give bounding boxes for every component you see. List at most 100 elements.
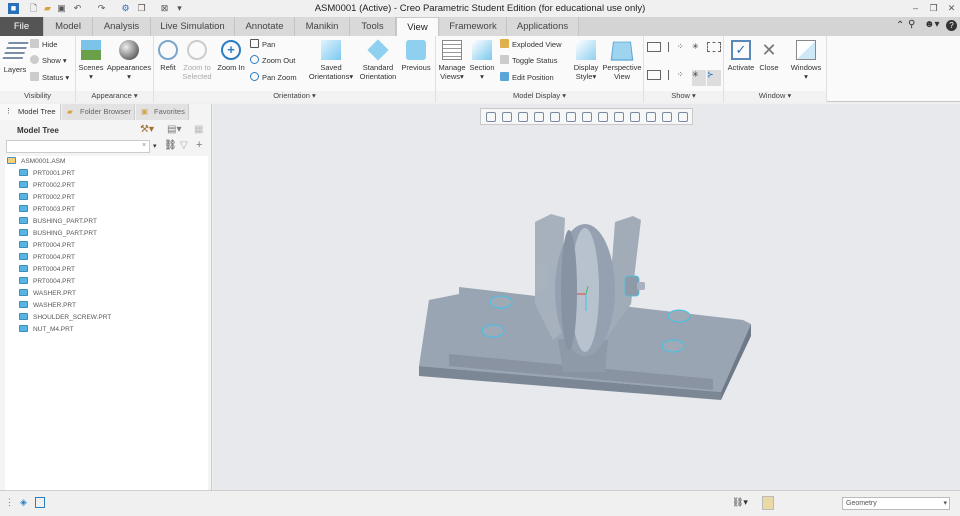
tree-item[interactable]: PRT0004.PRT [5, 240, 208, 252]
tree-item[interactable]: PRT0004.PRT [5, 264, 208, 276]
tab-favorites[interactable]: ▣ Favorites [136, 104, 189, 120]
show-menu-icon[interactable]: ▤▾ [167, 124, 181, 135]
group-label-model-display[interactable]: Model Display ▾ [436, 91, 643, 102]
zoom-selected-icon [187, 40, 207, 60]
tab-manikin[interactable]: Manikin [295, 17, 350, 36]
tab-annotate[interactable]: Annotate [235, 17, 295, 36]
tree-item[interactable]: NUT_M4.PRT [5, 324, 208, 336]
tree-item[interactable]: PRT0004.PRT [5, 252, 208, 264]
user-icon[interactable]: ☻▾ [924, 19, 940, 30]
pan-zoom-button[interactable]: Pan Zoom [250, 72, 297, 84]
axis-tags-icon[interactable] [668, 70, 676, 80]
tree-item[interactable]: BUSHING_PART.PRT [5, 228, 208, 240]
windows-button[interactable]: Windows ▾ [788, 40, 824, 81]
tree-item[interactable]: PRT0004.PRT [5, 276, 208, 288]
tree-item[interactable]: WASHER.PRT [5, 288, 208, 300]
graphics-viewport[interactable] [213, 104, 960, 490]
find-icon[interactable]: ⛓▾ [732, 497, 748, 508]
group-label-appearance[interactable]: Appearance ▾ [76, 91, 153, 102]
datum-planes-icon[interactable] [647, 42, 661, 52]
datum-points-icon[interactable]: ⁘ [677, 42, 691, 58]
datum-axes-icon[interactable] [668, 42, 676, 52]
section-button[interactable]: Section ▾ [468, 40, 496, 81]
find-icon[interactable]: ⛓ [164, 140, 177, 151]
minimize-ribbon-icon[interactable]: ⌃ [896, 20, 904, 31]
csys-tags-icon[interactable]: ✳ [692, 70, 706, 86]
show-navigator-icon[interactable]: ⋮ [5, 497, 14, 508]
status-button[interactable]: Status ▾ [30, 72, 69, 84]
settings-icon[interactable]: ⚒▾ [140, 124, 154, 135]
scenes-button[interactable]: Scenes ▾ [78, 40, 104, 81]
refit-button[interactable]: Refit [156, 40, 180, 72]
layers-button[interactable]: Layers [1, 42, 29, 74]
zoom-out-button[interactable]: Zoom Out [250, 55, 295, 67]
edit-position-button[interactable]: Edit Position [500, 72, 554, 84]
tree-item[interactable]: PRT0001.PRT [5, 168, 208, 180]
status-bar: ⋮ ◈ ⛓▾ Geometry ▾ [0, 490, 960, 516]
toggle-status-button[interactable]: Toggle Status [500, 55, 557, 67]
previous-button[interactable]: Previous [399, 40, 433, 72]
full-screen-icon[interactable] [35, 497, 45, 508]
tab-framework[interactable]: Framework [440, 17, 507, 36]
zoom-in-button[interactable]: + Zoom In [216, 40, 246, 72]
zoom-in-icon: + [221, 40, 241, 60]
display-style-button[interactable]: Display Style▾ [570, 40, 602, 81]
tab-model[interactable]: Model [44, 17, 93, 36]
saved-orientations-button[interactable]: Saved Orientations▾ [305, 40, 357, 81]
tab-applications[interactable]: Applications [507, 17, 579, 36]
assembly-model[interactable] [213, 104, 960, 490]
tab-folder-browser[interactable]: ▰ Folder Browser [62, 104, 135, 120]
help-icon[interactable]: ? [946, 20, 957, 31]
selection-filter-dropdown[interactable]: Geometry ▾ [842, 497, 950, 510]
tree-item[interactable]: PRT0002.PRT [5, 192, 208, 204]
point-tags-icon[interactable]: ⁘ [677, 70, 691, 86]
appearances-button[interactable]: Appearances ▾ [106, 40, 152, 81]
group-label-show[interactable]: Show ▾ [644, 91, 723, 102]
tree-root[interactable]: ASM0001.ASM [5, 156, 208, 168]
search-dropdown-icon[interactable]: ▾ [153, 142, 157, 150]
spin-center-icon[interactable]: ⊱ [707, 70, 721, 86]
restore-button[interactable]: ❐ [928, 3, 939, 14]
annotations-icon[interactable] [707, 42, 721, 52]
zoom-to-selected-button[interactable]: Zoom to Selected [180, 40, 214, 81]
close-button[interactable]: ✕ [946, 3, 957, 14]
part-icon [19, 301, 28, 308]
group-label-orientation[interactable]: Orientation ▾ [154, 91, 435, 102]
tab-view[interactable]: View [396, 17, 439, 36]
filter-icon[interactable]: ▽ [180, 140, 188, 151]
minimize-button[interactable]: – [910, 3, 921, 14]
manage-views-button[interactable]: Manage Views▾ [437, 40, 467, 81]
clear-search-icon[interactable]: × [142, 142, 146, 149]
tree-item[interactable]: BUSHING_PART.PRT [5, 216, 208, 228]
tab-model-tree[interactable]: ⋮ Model Tree [0, 104, 61, 120]
tree-search-input[interactable] [6, 140, 150, 153]
show-browser-icon[interactable]: ◈ [20, 497, 27, 508]
exploded-view-button[interactable]: Exploded View [500, 39, 561, 51]
search-icon[interactable]: ⚲ [908, 19, 915, 30]
pan-button[interactable]: Pan [250, 39, 275, 51]
tree-columns-icon[interactable]: ▦ [194, 124, 203, 135]
group-label-window[interactable]: Window ▾ [724, 91, 826, 102]
add-icon[interactable]: + [196, 139, 202, 151]
tree-item[interactable]: PRT0002.PRT [5, 180, 208, 192]
tree-item[interactable]: SHOULDER_SCREW.PRT [5, 312, 208, 324]
tab-live-simulation[interactable]: Live Simulation [151, 17, 235, 36]
show-button[interactable]: Show ▾ [30, 55, 67, 67]
title-bar: ■ 🗋 ▰ ▣ ↶ ↷ ⚙ ❐ ⊠ ▾ ASM0001 (Active) - C… [0, 0, 960, 17]
close-window-button[interactable]: ✕ Close [757, 40, 781, 72]
tab-tools[interactable]: Tools [350, 17, 396, 36]
tab-file[interactable]: File [0, 17, 44, 36]
tree-item[interactable]: WASHER.PRT [5, 300, 208, 312]
standard-orientation-button[interactable]: Standard Orientation [358, 39, 398, 81]
perspective-view-button[interactable]: Perspective View [602, 40, 642, 81]
activate-icon: ✓ [731, 40, 751, 60]
part-icon [19, 253, 28, 260]
csys-icon[interactable]: ✳ [692, 42, 706, 58]
selection-buffer-icon[interactable] [762, 496, 774, 510]
tree-item[interactable]: PRT0003.PRT [5, 204, 208, 216]
activate-button[interactable]: ✓ Activate [726, 40, 756, 72]
hide-button[interactable]: Hide [30, 39, 57, 51]
tab-analysis[interactable]: Analysis [93, 17, 151, 36]
pulley-wheel [555, 224, 615, 356]
plane-tags-icon[interactable] [647, 70, 661, 80]
